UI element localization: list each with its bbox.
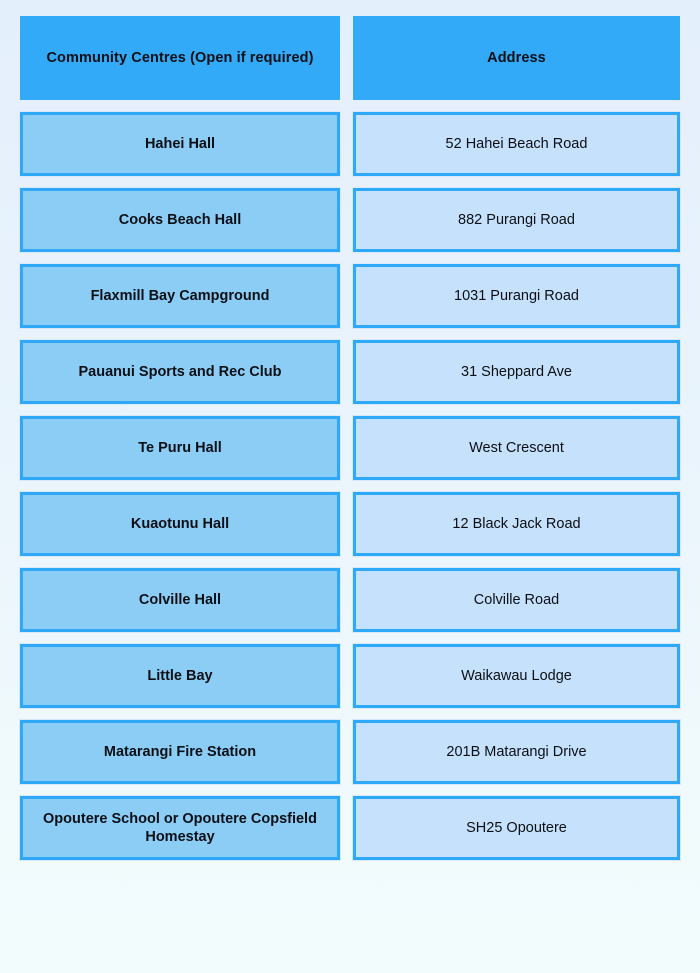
address-label: 201B Matarangi Drive: [446, 743, 587, 760]
table-row: Matarangi Fire Station 201B Matarangi Dr…: [19, 719, 681, 785]
column-header-address: Address: [353, 16, 680, 100]
cell-centre-name: Te Puru Hall: [19, 415, 341, 481]
column-header-address-label: Address: [487, 49, 546, 66]
address-label: West Crescent: [469, 439, 564, 456]
table-row: Pauanui Sports and Rec Club 31 Sheppard …: [19, 339, 681, 405]
table-row: Little Bay Waikawau Lodge: [19, 643, 681, 709]
cell-address: 201B Matarangi Drive: [352, 719, 681, 785]
cell-centre-name: Colville Hall: [19, 567, 341, 633]
centre-name-label: Te Puru Hall: [138, 439, 222, 456]
centre-name-label: Opoutere School or Opoutere Copsfield Ho…: [43, 810, 317, 845]
cell-address: SH25 Opoutere: [352, 795, 681, 861]
table-row: Hahei Hall 52 Hahei Beach Road: [19, 111, 681, 177]
address-label: 52 Hahei Beach Road: [445, 135, 588, 152]
cell-address: 882 Purangi Road: [352, 187, 681, 253]
column-header-community-centres: Community Centres (Open if required): [20, 16, 340, 100]
address-label: 12 Black Jack Road: [452, 515, 581, 532]
column-header-community-centres-label: Community Centres (Open if required): [46, 49, 314, 66]
table-row: Te Puru Hall West Crescent: [19, 415, 681, 481]
cell-centre-name: Flaxmill Bay Campground: [19, 263, 341, 329]
table-row: Cooks Beach Hall 882 Purangi Road: [19, 187, 681, 253]
centre-name-label: Cooks Beach Hall: [118, 211, 242, 228]
centre-name-label: Kuaotunu Hall: [130, 515, 230, 532]
cell-address: West Crescent: [352, 415, 681, 481]
cell-address: 31 Sheppard Ave: [352, 339, 681, 405]
address-label: Waikawau Lodge: [461, 667, 572, 684]
cell-address: 1031 Purangi Road: [352, 263, 681, 329]
cell-centre-name: Kuaotunu Hall: [19, 491, 341, 557]
address-label: 31 Sheppard Ave: [461, 363, 572, 380]
centre-name-label: Matarangi Fire Station: [103, 743, 257, 760]
address-label: Colville Road: [473, 591, 560, 608]
cell-address: Colville Road: [352, 567, 681, 633]
centre-name-label: Pauanui Sports and Rec Club: [78, 363, 282, 380]
cell-centre-name: Matarangi Fire Station: [19, 719, 341, 785]
cell-address: 12 Black Jack Road: [352, 491, 681, 557]
table-row: Kuaotunu Hall 12 Black Jack Road: [19, 491, 681, 557]
table-header-row: Community Centres (Open if required) Add…: [20, 16, 680, 100]
centre-name-label: Colville Hall: [138, 591, 222, 608]
centre-name-label: Little Bay: [147, 667, 213, 684]
address-label: 882 Purangi Road: [458, 211, 575, 228]
table-row: Colville Hall Colville Road: [19, 567, 681, 633]
address-label: 1031 Purangi Road: [454, 287, 579, 304]
centre-name-label: Hahei Hall: [144, 135, 216, 152]
centre-name-label: Flaxmill Bay Campground: [90, 287, 270, 304]
address-label: SH25 Opoutere: [466, 819, 567, 836]
table-row: Flaxmill Bay Campground 1031 Purangi Roa…: [19, 263, 681, 329]
cell-centre-name: Opoutere School or Opoutere Copsfield Ho…: [19, 795, 341, 861]
table-row: Opoutere School or Opoutere Copsfield Ho…: [19, 795, 681, 861]
cell-centre-name: Hahei Hall: [19, 111, 341, 177]
cell-centre-name: Pauanui Sports and Rec Club: [19, 339, 341, 405]
cell-address: Waikawau Lodge: [352, 643, 681, 709]
cell-centre-name: Little Bay: [19, 643, 341, 709]
cell-address: 52 Hahei Beach Road: [352, 111, 681, 177]
cell-centre-name: Cooks Beach Hall: [19, 187, 341, 253]
community-centres-table: Community Centres (Open if required) Add…: [19, 16, 681, 872]
